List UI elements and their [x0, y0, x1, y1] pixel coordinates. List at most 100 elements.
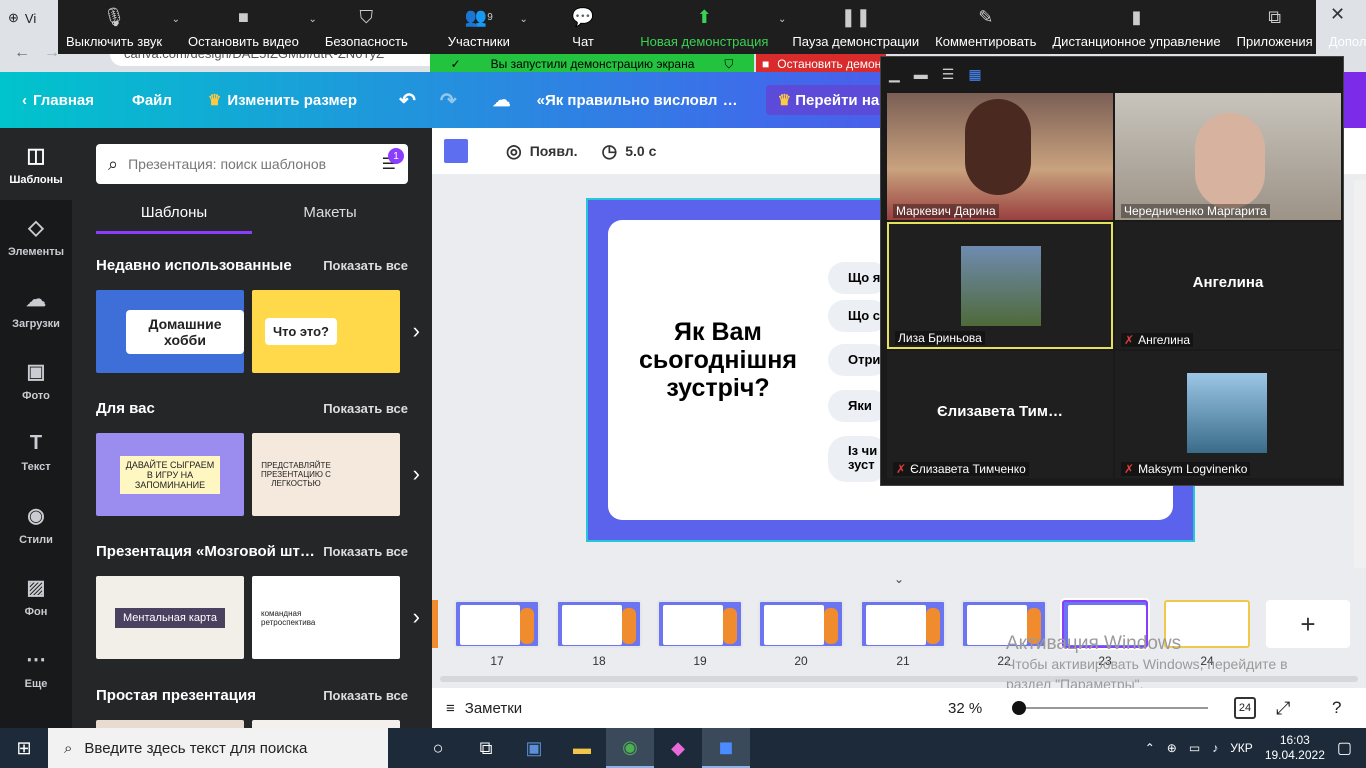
- new-share-button[interactable]: ⬆ Новая демонстрация ⌄: [632, 4, 786, 50]
- page-thumb[interactable]: [556, 600, 642, 648]
- notes-button[interactable]: ≡ Заметки: [446, 700, 522, 717]
- chrome-icon[interactable]: ◉: [606, 728, 654, 768]
- help-icon[interactable]: ?: [1332, 698, 1341, 718]
- tab-templates[interactable]: Шаблоны: [96, 200, 252, 234]
- slide-option[interactable]: Отри: [828, 344, 888, 376]
- remote-control-button[interactable]: ▮ Дистанционное управление: [1044, 4, 1228, 50]
- template-thumb[interactable]: Что это?: [252, 290, 400, 373]
- close-icon[interactable]: ✕: [1330, 4, 1345, 25]
- chevron-up-icon[interactable]: ⌃: [1145, 741, 1155, 755]
- participants-button[interactable]: 👥 9 Участники ⌄: [440, 4, 528, 50]
- chat-button[interactable]: 💬 Чат: [564, 4, 602, 50]
- zoom-slider-track[interactable]: [1018, 707, 1208, 709]
- template-search-input[interactable]: ⌕ Презентация: поиск шаблонов ☰: [96, 144, 408, 184]
- page-thumb[interactable]: [860, 600, 946, 648]
- rail-styles[interactable]: ◉ Стили: [0, 488, 72, 560]
- redo-icon[interactable]: ↷: [440, 88, 457, 113]
- page-thumb[interactable]: [454, 600, 540, 648]
- browser-tab[interactable]: ⊕ Vi: [8, 4, 58, 32]
- animate-button[interactable]: ◎ Появл.: [506, 141, 578, 162]
- caret-down-icon[interactable]: ⌄: [308, 14, 316, 25]
- cortana-icon[interactable]: ○: [414, 728, 462, 768]
- slide-option[interactable]: Із чи зуст: [828, 436, 888, 482]
- file-explorer-icon[interactable]: ▬: [558, 728, 606, 768]
- tab-layouts[interactable]: Макеты: [252, 200, 408, 234]
- annotate-button[interactable]: ✎ Комментировать: [927, 4, 1044, 50]
- page-thumb[interactable]: [657, 600, 743, 648]
- rail-more[interactable]: ⋯ Еще: [0, 632, 72, 704]
- chevron-right-icon[interactable]: ›: [413, 461, 420, 487]
- save-app-icon[interactable]: ▣: [510, 728, 558, 768]
- zoom-app-icon[interactable]: ◼: [702, 728, 750, 768]
- caret-down-icon[interactable]: ⌄: [172, 14, 180, 25]
- rail-background[interactable]: ▨ Фон: [0, 560, 72, 632]
- template-thumb[interactable]: ПРЕДСТАВЛЯЙТЕ ПРЕЗЕНТАЦИЮ С ЛЕГКОСТЬЮ: [252, 433, 400, 516]
- pin-icon[interactable]: ✓: [451, 57, 461, 71]
- file-menu[interactable]: Файл: [132, 92, 172, 109]
- security-button[interactable]: ⛉ Безопасность: [317, 4, 416, 50]
- participant-tile[interactable]: Маркевич Дарина: [887, 93, 1113, 220]
- participant-tile[interactable]: Ангелина ✗ Ангелина: [1115, 222, 1341, 349]
- participant-tile[interactable]: Єлизавета Тим… ✗ Єлизавета Тимченко: [887, 351, 1113, 478]
- slide-option[interactable]: Яки: [828, 390, 888, 422]
- page-count-button[interactable]: 24: [1234, 697, 1256, 719]
- taskbar-search-input[interactable]: ⌕ Введите здесь текст для поиска: [48, 728, 388, 768]
- document-title[interactable]: «Як правильно висловлювати свою думку»…: [537, 92, 738, 109]
- chevron-right-icon[interactable]: ›: [413, 318, 420, 344]
- template-thumb[interactable]: ДАВАЙТЕ СЫГРАЕМ В ИГРУ НА ЗАПОМИНАНИЕ: [96, 433, 244, 516]
- show-all-link[interactable]: Показать все: [323, 258, 408, 273]
- home-button[interactable]: ‹ Главная: [22, 92, 94, 109]
- template-thumb[interactable]: Домашние хобби: [96, 290, 244, 373]
- participant-tile-active[interactable]: Лиза Бриньова: [887, 222, 1113, 349]
- caret-down-icon[interactable]: ⌄: [519, 14, 527, 25]
- duration-button[interactable]: ◷ 5.0 с: [602, 141, 657, 162]
- notification-icon[interactable]: ▢: [1337, 738, 1352, 758]
- cloud-saved-icon[interactable]: ☁: [493, 90, 511, 111]
- task-view-icon[interactable]: ⧉: [462, 728, 510, 768]
- network-icon[interactable]: ⊕: [1167, 741, 1177, 755]
- slide-option[interactable]: Що я: [828, 262, 888, 294]
- partial-thumb[interactable]: [432, 600, 438, 648]
- template-thumb[interactable]: Ментальная карта: [96, 576, 244, 659]
- slide-option[interactable]: Що сп: [828, 300, 888, 332]
- mute-button[interactable]: 🎙 Выключить звук ⌄: [58, 4, 180, 50]
- thumbnail-view-icon[interactable]: ▬: [914, 66, 928, 82]
- undo-icon[interactable]: ↶: [399, 88, 416, 113]
- rail-text[interactable]: T Текст: [0, 416, 72, 488]
- show-all-link[interactable]: Показать все: [323, 401, 408, 416]
- clock[interactable]: 16:03 19.04.2022: [1265, 733, 1325, 763]
- windows-start-icon[interactable]: ⊞: [0, 728, 48, 768]
- template-thumb[interactable]: [96, 720, 244, 728]
- chevron-right-icon[interactable]: ›: [413, 604, 420, 630]
- battery-icon[interactable]: ▭: [1189, 741, 1200, 755]
- stop-video-button[interactable]: ■ Остановить видео ⌄: [180, 4, 317, 50]
- participant-tile[interactable]: Чередниченко Маргарита: [1115, 93, 1341, 220]
- volume-icon[interactable]: ♪: [1212, 741, 1218, 755]
- gallery-view-icon[interactable]: ▦: [968, 66, 981, 83]
- language-indicator[interactable]: УКР: [1230, 741, 1253, 755]
- zoom-level[interactable]: 32 %: [948, 700, 982, 717]
- resize-button[interactable]: ♛ Изменить размер: [208, 91, 357, 110]
- template-thumb[interactable]: [252, 720, 400, 728]
- page-thumb[interactable]: [758, 600, 844, 648]
- slide-title[interactable]: Як Вам сьогоднішня зустріч?: [620, 318, 816, 402]
- canvas-scrollbar[interactable]: [1354, 180, 1366, 568]
- back-arrow-icon[interactable]: ←: [14, 44, 30, 62]
- color-swatch[interactable]: [444, 139, 468, 163]
- participant-tile[interactable]: ✗ Maksym Logvinenko: [1115, 351, 1341, 478]
- rail-uploads[interactable]: ☁ Загрузки: [0, 272, 72, 344]
- template-thumb[interactable]: командная ретроспектива: [252, 576, 400, 659]
- minimize-icon[interactable]: ▁: [889, 66, 900, 83]
- rail-templates[interactable]: ◫ Шаблоны: [0, 128, 72, 200]
- stop-share-button[interactable]: ■ Остановить демонстрацию: [756, 54, 886, 74]
- apps-button[interactable]: ⧉ Приложения: [1229, 4, 1321, 50]
- fullscreen-icon[interactable]: ⤢: [1276, 698, 1290, 719]
- zoom-slider-handle[interactable]: [1012, 701, 1026, 715]
- paint-icon[interactable]: ◆: [654, 728, 702, 768]
- pause-share-button[interactable]: ❚❚ Пауза демонстрации: [784, 4, 927, 50]
- rail-photos[interactable]: ▣ Фото: [0, 344, 72, 416]
- show-all-link[interactable]: Показать все: [323, 688, 408, 703]
- speaker-view-icon[interactable]: ☰: [942, 66, 955, 83]
- show-all-link[interactable]: Показать все: [323, 544, 408, 559]
- chevron-down-icon[interactable]: ⌄: [894, 572, 904, 586]
